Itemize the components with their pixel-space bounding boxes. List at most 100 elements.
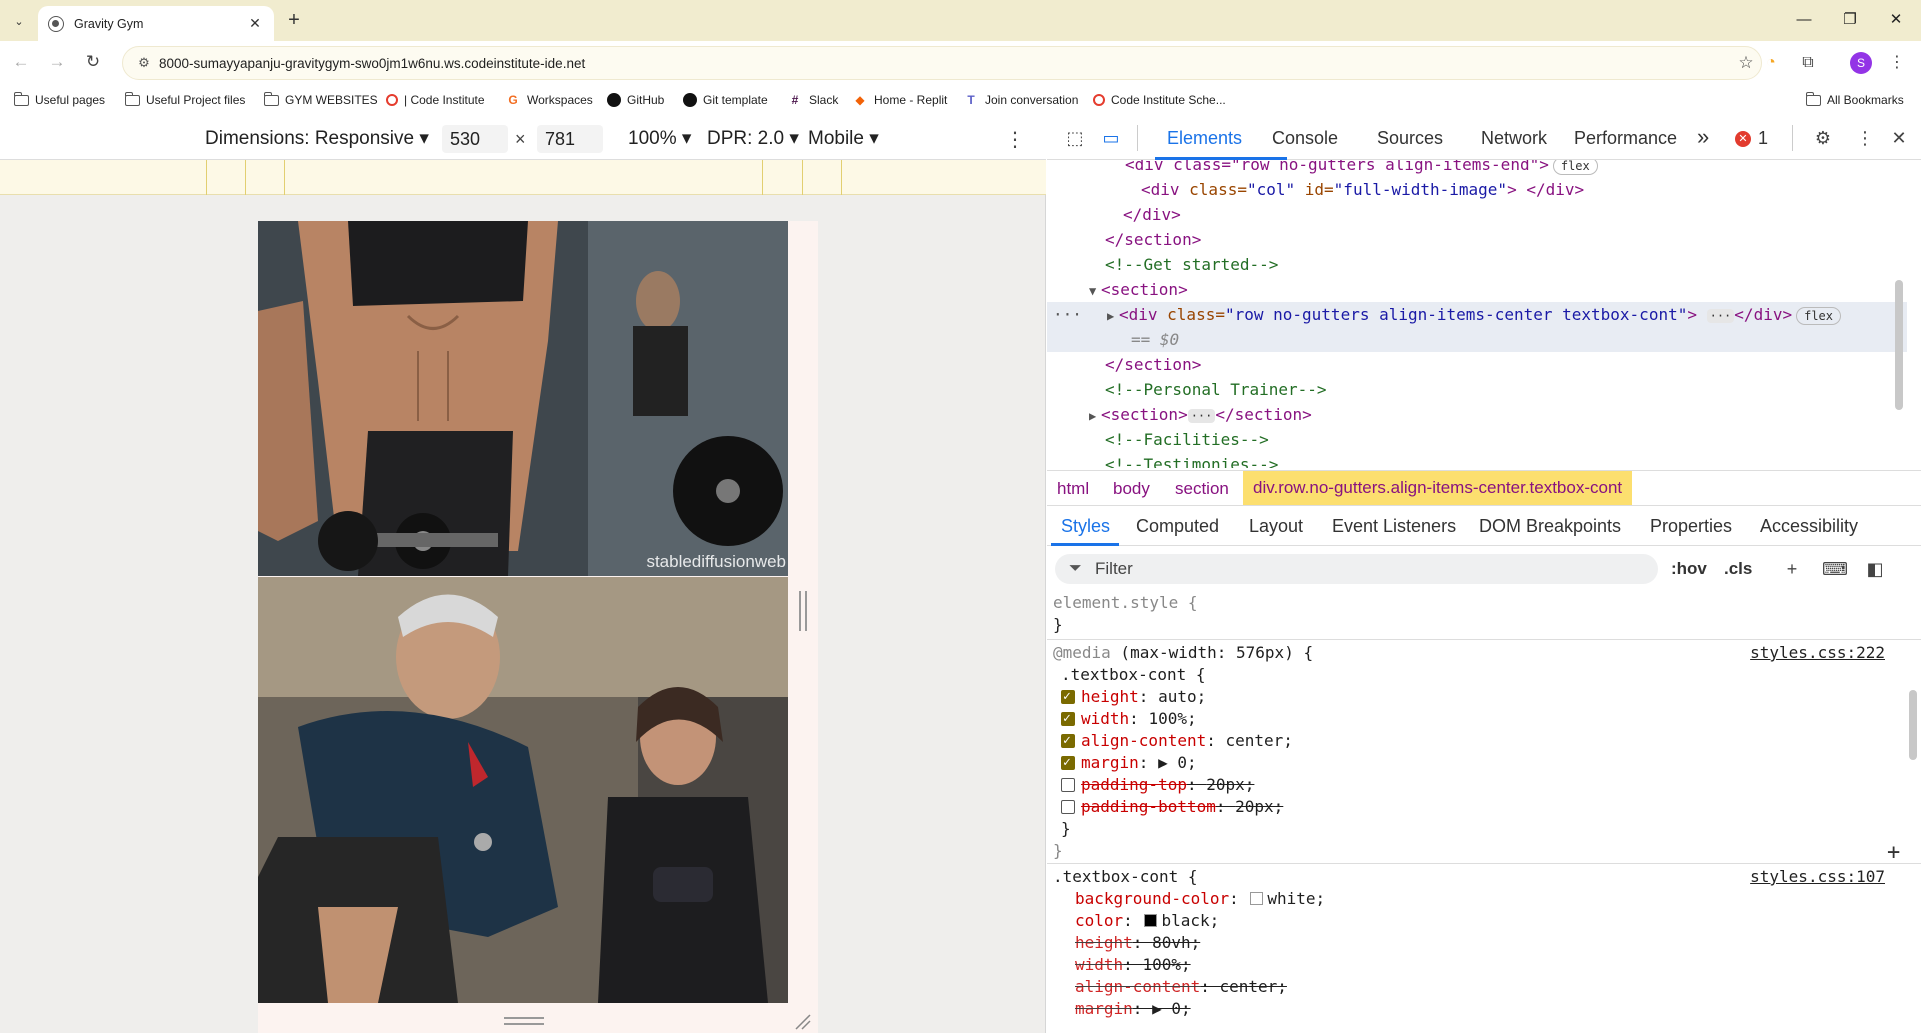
bookmark-join-conversation[interactable]: T Join conversation <box>963 89 1078 111</box>
css-property-row-disabled[interactable]: padding-top: 20px; <box>1047 774 1907 796</box>
breadcrumb-section[interactable]: section <box>1175 479 1229 499</box>
dom-comment-get-started[interactable]: <!--Get started--> <box>1047 252 1907 277</box>
base-rule-selector-line[interactable]: .textbox-cont { styles.css:107 <box>1047 866 1907 888</box>
new-style-rule-icon[interactable]: + <box>1780 558 1804 582</box>
url-text[interactable]: 8000-sumayyapanju-gravitygym-swo0jm1w6nu… <box>159 56 1731 71</box>
property-checkbox[interactable] <box>1061 799 1075 814</box>
property-value[interactable]: 100%; <box>1142 955 1190 974</box>
extensions-puzzle-icon[interactable]: ⧉ <box>1797 53 1819 75</box>
tab-event-listeners[interactable]: Event Listeners <box>1332 516 1456 537</box>
bookmark-github[interactable]: GitHub <box>607 89 664 111</box>
color-swatch-white[interactable] <box>1250 892 1264 905</box>
property-value[interactable]: ▶ 0; <box>1158 753 1197 772</box>
dom-node-section-expanded[interactable]: ▼ <section> <box>1047 277 1907 302</box>
dom-comment-facilities[interactable]: <!--Facilities--> <box>1047 427 1907 452</box>
profile-avatar[interactable]: S <box>1850 52 1872 74</box>
property-value[interactable]: 20px; <box>1235 797 1283 816</box>
property-checkbox[interactable] <box>1061 730 1075 752</box>
restore-button[interactable]: ❐ <box>1827 8 1873 34</box>
hover-state-toggle[interactable]: :hov <box>1671 559 1707 579</box>
breadcrumb-selected-div[interactable]: div.row.no-gutters.align-items-center.te… <box>1243 471 1633 505</box>
property-name[interactable]: align-content <box>1081 731 1206 750</box>
expand-triangle-icon[interactable]: ▼ <box>1089 279 1101 304</box>
viewport-resize-handle-right[interactable] <box>799 591 807 631</box>
more-tabs-button[interactable]: » <box>1697 124 1709 150</box>
styles-scrollbar[interactable] <box>1909 690 1917 760</box>
dom-comment-testimonies[interactable]: <!--Testimonies--> <box>1047 452 1907 468</box>
dom-node-section-collapsed[interactable]: ▶ <section> ··· </section> <box>1047 402 1907 427</box>
dom-node-close-section[interactable]: </section> <box>1047 352 1907 377</box>
tab-console[interactable]: Console <box>1272 128 1338 149</box>
style-rules-pane[interactable]: element.style { } @media (max-width: 576… <box>1047 590 1921 1033</box>
tab-sources[interactable]: Sources <box>1377 128 1443 149</box>
rendering-emulation-icon[interactable]: ⌨ <box>1822 558 1848 582</box>
flex-badge[interactable]: flex <box>1796 306 1841 325</box>
property-value[interactable]: center; <box>1220 977 1287 996</box>
bookmark-git-template[interactable]: Git template <box>683 89 768 111</box>
bookmark-code-institute-schedule[interactable]: Code Institute Sche... <box>1093 89 1226 111</box>
error-count[interactable]: 1 <box>1758 128 1768 149</box>
property-name[interactable]: height <box>1081 687 1139 706</box>
class-toggle[interactable]: .cls <box>1724 559 1752 579</box>
css-property-row[interactable]: background-color: white; <box>1047 888 1907 910</box>
bookmark-useful-pages[interactable]: Useful pages <box>13 89 105 111</box>
extension-icon[interactable]: ◔ <box>1760 53 1782 75</box>
bookmark-star-icon[interactable]: ☆ <box>1731 53 1761 73</box>
property-name[interactable]: height <box>1075 933 1133 952</box>
css-property-row-overridden[interactable]: margin: ▶ 0; <box>1047 998 1907 1020</box>
breadcrumb-html[interactable]: html <box>1057 479 1089 499</box>
media-query-ruler[interactable] <box>0 160 1046 195</box>
minimize-button[interactable]: — <box>1781 8 1827 34</box>
collapsed-content-dots[interactable]: ··· <box>1706 308 1735 323</box>
property-name[interactable]: align-content <box>1075 977 1200 996</box>
flex-badge[interactable]: flex <box>1552 160 1598 175</box>
property-value[interactable]: center; <box>1226 731 1293 750</box>
width-input[interactable]: 530 <box>442 125 508 153</box>
dom-node-close-div[interactable]: </div> <box>1047 202 1907 227</box>
dom-tree[interactable]: <div class="row no-gutters align-items-e… <box>1047 160 1907 468</box>
tab-styles[interactable]: Styles <box>1061 516 1110 537</box>
property-name[interactable]: background-color <box>1075 889 1229 908</box>
property-value[interactable]: auto; <box>1158 687 1206 706</box>
property-name[interactable]: padding-bottom <box>1081 797 1216 816</box>
tab-network[interactable]: Network <box>1481 128 1547 149</box>
color-swatch-black[interactable] <box>1144 914 1158 927</box>
element-style-selector[interactable]: element.style { <box>1047 592 1907 614</box>
bookmark-gym-websites[interactable]: GYM WEBSITES <box>263 89 378 111</box>
property-checkbox[interactable] <box>1061 777 1075 792</box>
close-devtools-icon[interactable]: ✕ <box>1887 126 1911 150</box>
property-name[interactable]: color <box>1075 911 1123 930</box>
devtools-more-options-icon[interactable]: ⋮ <box>1853 126 1877 150</box>
address-bar[interactable]: ⚙ 8000-sumayyapanju-gravitygym-swo0jm1w6… <box>122 46 1762 80</box>
zoom-select[interactable]: 100% ▾ <box>628 127 691 150</box>
property-value[interactable]: 20px; <box>1206 775 1254 794</box>
dom-node-close-section[interactable]: </section> <box>1047 227 1907 252</box>
dom-node-full-width-image[interactable]: <div class="col" id="full-width-image"> … <box>1047 177 1907 202</box>
breadcrumb-body[interactable]: body <box>1113 479 1150 499</box>
tab-performance[interactable]: Performance <box>1574 128 1677 149</box>
inspect-element-icon[interactable]: ⬚ <box>1063 126 1087 150</box>
browser-menu-icon[interactable]: ⋮ <box>1886 53 1908 75</box>
dom-node-partial[interactable]: <div class="row no-gutters align-items-e… <box>1047 160 1907 177</box>
media-query-line[interactable]: @media (max-width: 576px) { styles.css:2… <box>1047 642 1907 664</box>
dom-comment-personal-trainer[interactable]: <!--Personal Trainer--> <box>1047 377 1907 402</box>
property-value[interactable]: 100%; <box>1148 709 1196 728</box>
tab-computed[interactable]: Computed <box>1136 516 1219 537</box>
property-value[interactable]: 80vh; <box>1152 933 1200 952</box>
close-tab-icon[interactable]: ✕ <box>246 15 264 32</box>
bookmark-slack[interactable]: # Slack <box>787 89 839 111</box>
property-value[interactable]: black; <box>1161 911 1219 930</box>
dom-node-selected[interactable]: ··· ▶ <div class="row no-gutters align-it… <box>1047 302 1907 327</box>
collapsed-content-dots[interactable]: ··· <box>1187 408 1216 423</box>
tab-accessibility[interactable]: Accessibility <box>1760 516 1858 537</box>
property-name[interactable]: margin <box>1081 753 1139 772</box>
css-property-row-overridden[interactable]: width: 100%; <box>1047 954 1907 976</box>
bookmark-workspaces[interactable]: G Workspaces <box>505 89 592 111</box>
viewport-resize-corner-icon[interactable] <box>794 1013 812 1031</box>
tab-dom-breakpoints[interactable]: DOM Breakpoints <box>1479 516 1621 537</box>
device-more-options-icon[interactable]: ⋮ <box>1005 127 1025 152</box>
error-icon[interactable]: ✕ <box>1735 131 1751 147</box>
tab-properties[interactable]: Properties <box>1650 516 1732 537</box>
add-property-icon[interactable]: + <box>1887 840 1900 865</box>
source-link-styles-107[interactable]: styles.css:107 <box>1750 866 1885 888</box>
